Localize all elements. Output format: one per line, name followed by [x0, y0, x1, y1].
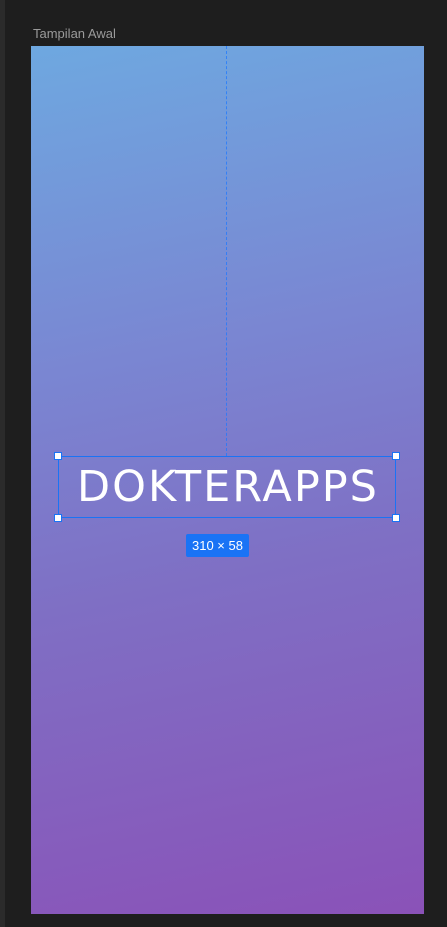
resize-handle-top-right[interactable]	[392, 452, 400, 460]
canvas-left-edge	[0, 0, 5, 927]
selection-box[interactable]: DOKTERAPPS	[54, 452, 400, 522]
dimension-badge: 310 × 58	[186, 534, 249, 557]
artboard-frame[interactable]: DOKTERAPPS 310 × 58	[31, 46, 424, 914]
resize-handle-bottom-right[interactable]	[392, 514, 400, 522]
editor-canvas[interactable]: Tampilan Awal DOKTERAPPS 310 × 58	[0, 0, 447, 927]
resize-handle-top-left[interactable]	[54, 452, 62, 460]
center-guide-line	[226, 46, 227, 456]
app-title-text[interactable]: DOKTERAPPS	[59, 457, 397, 517]
resize-handle-bottom-left[interactable]	[54, 514, 62, 522]
frame-label[interactable]: Tampilan Awal	[33, 26, 116, 42]
